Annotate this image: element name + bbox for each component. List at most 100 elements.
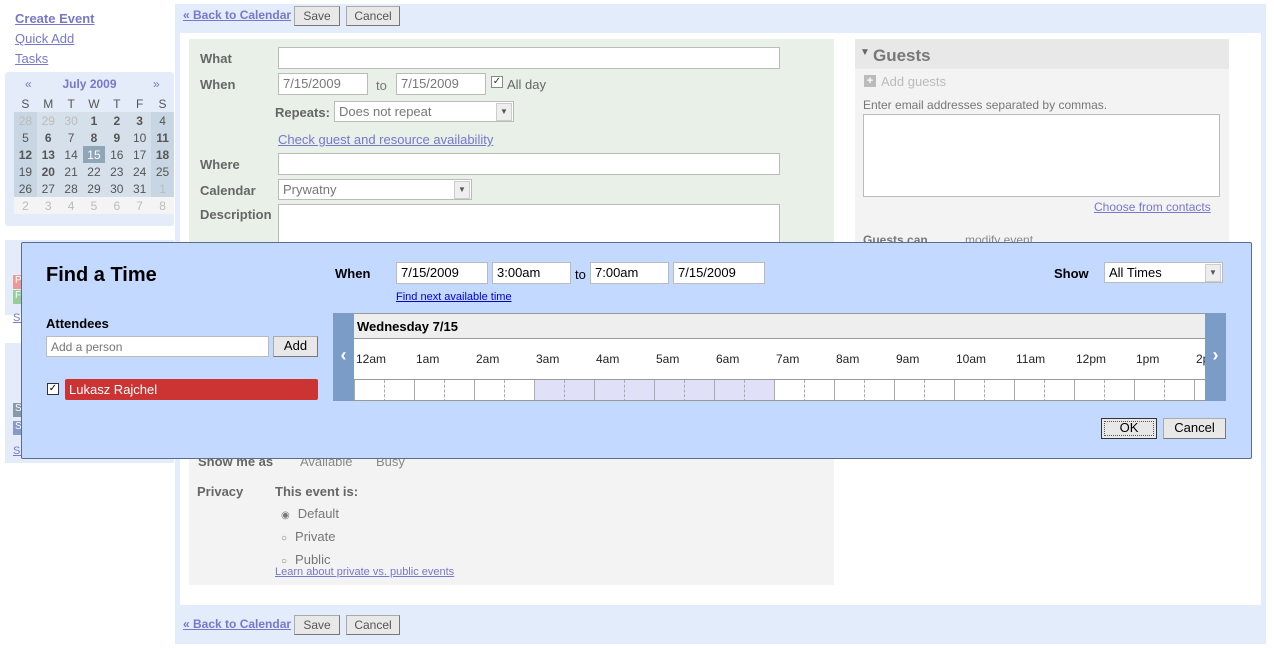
time-slot[interactable]: [1074, 380, 1104, 400]
mini-calendar-day[interactable]: 2: [14, 197, 37, 214]
mini-calendar-day[interactable]: 30: [59, 112, 83, 129]
time-slot[interactable]: [744, 380, 774, 400]
mini-calendar-day[interactable]: 5: [14, 129, 37, 146]
time-slot[interactable]: [1104, 380, 1134, 400]
time-slot[interactable]: [954, 380, 984, 400]
where-input[interactable]: [278, 153, 780, 175]
what-input[interactable]: [278, 47, 780, 69]
time-slot[interactable]: [714, 380, 744, 400]
mini-calendar-day[interactable]: 9: [105, 129, 129, 146]
time-slot[interactable]: [654, 380, 684, 400]
find-next-link[interactable]: Find next available time: [396, 291, 512, 303]
mini-calendar-day[interactable]: 4: [59, 197, 83, 214]
mini-calendar-day[interactable]: 26: [14, 180, 37, 197]
mini-calendar-day[interactable]: 15: [82, 146, 106, 163]
mini-calendar-day[interactable]: 5: [82, 197, 106, 214]
mini-calendar-day[interactable]: 10: [128, 129, 152, 146]
all-day-checkbox[interactable]: ✓: [491, 76, 503, 88]
mini-calendar-day[interactable]: 13: [36, 146, 60, 163]
back-to-calendar-link-bottom[interactable]: « Back to Calendar: [183, 617, 291, 631]
dialog-cancel-button[interactable]: Cancel: [1163, 418, 1226, 439]
privacy-private-radio[interactable]: ○ Private: [281, 526, 339, 549]
mini-calendar-day[interactable]: 3: [36, 197, 60, 214]
mini-calendar-day[interactable]: 7: [128, 197, 152, 214]
guests-header[interactable]: ▼ Guests: [855, 39, 1229, 69]
mini-calendar-day[interactable]: 12: [14, 146, 37, 163]
end-date-input[interactable]: 7/15/2009: [396, 73, 486, 95]
ft-end-date-input[interactable]: 7/15/2009: [673, 262, 765, 284]
timeline-slots[interactable]: [354, 379, 1205, 400]
cancel-button[interactable]: Cancel: [346, 6, 400, 26]
mini-calendar-day[interactable]: 6: [36, 129, 60, 146]
check-availability-link[interactable]: Check guest and resource availability: [278, 132, 493, 147]
attendee-chip[interactable]: Lukasz Rajchel: [65, 379, 318, 400]
time-slot[interactable]: [984, 380, 1014, 400]
mini-calendar-day[interactable]: 8: [151, 197, 174, 214]
time-slot[interactable]: [1044, 380, 1074, 400]
time-slot[interactable]: [684, 380, 714, 400]
mini-calendar-day[interactable]: 22: [82, 163, 106, 180]
add-person-input[interactable]: [46, 336, 269, 357]
time-slot[interactable]: [624, 380, 654, 400]
ok-button[interactable]: OK: [1101, 418, 1157, 439]
ft-start-time-input[interactable]: 3:00am: [492, 262, 571, 284]
cancel-button-bottom[interactable]: Cancel: [346, 615, 400, 635]
chevron-right-icon[interactable]: ›: [1205, 313, 1226, 401]
mini-calendar-day[interactable]: 27: [36, 180, 60, 197]
save-button-bottom[interactable]: Save: [294, 615, 340, 635]
time-slot[interactable]: [564, 380, 594, 400]
mini-calendar-day[interactable]: 4: [151, 112, 174, 129]
time-slot[interactable]: [414, 380, 444, 400]
mini-calendar-day[interactable]: 24: [128, 163, 152, 180]
mini-calendar-day[interactable]: 14: [59, 146, 83, 163]
plus-icon[interactable]: +: [864, 75, 876, 87]
choose-contacts-link[interactable]: Choose from contacts: [1094, 200, 1211, 214]
mini-calendar-day[interactable]: 1: [151, 180, 174, 197]
mini-calendar-day[interactable]: 25: [151, 163, 174, 180]
ft-start-date-input[interactable]: 7/15/2009: [396, 262, 488, 284]
mini-calendar-day[interactable]: 29: [82, 180, 106, 197]
time-slot[interactable]: [474, 380, 504, 400]
mini-calendar-day[interactable]: 28: [59, 180, 83, 197]
time-slot[interactable]: [864, 380, 894, 400]
time-slot[interactable]: [1014, 380, 1044, 400]
time-slot[interactable]: [924, 380, 954, 400]
mini-calendar-day[interactable]: 2: [105, 112, 129, 129]
mini-calendar-day[interactable]: 17: [128, 146, 152, 163]
time-slot[interactable]: [1134, 380, 1164, 400]
repeats-select[interactable]: Does not repeat ▼: [334, 101, 514, 122]
time-slot[interactable]: [774, 380, 804, 400]
time-slot[interactable]: [504, 380, 534, 400]
mini-calendar-day[interactable]: 29: [36, 112, 60, 129]
time-slot[interactable]: [804, 380, 834, 400]
time-slot[interactable]: [834, 380, 864, 400]
guests-textarea[interactable]: [863, 114, 1220, 197]
mini-calendar-day[interactable]: 11: [151, 129, 174, 146]
mini-calendar-day[interactable]: 1: [82, 112, 106, 129]
save-button[interactable]: Save: [294, 6, 340, 26]
mini-calendar-day[interactable]: 30: [105, 180, 129, 197]
back-to-calendar-link[interactable]: « Back to Calendar: [183, 8, 291, 22]
create-event-link[interactable]: Create Event: [15, 11, 94, 26]
mini-calendar-day[interactable]: 16: [105, 146, 129, 163]
privacy-default-radio[interactable]: ◉ Default: [281, 503, 339, 526]
quick-add-link[interactable]: Quick Add: [15, 31, 74, 46]
ft-end-time-input[interactable]: 7:00am: [590, 262, 669, 284]
time-slot[interactable]: [594, 380, 624, 400]
time-slot[interactable]: [1164, 380, 1194, 400]
mini-calendar-day[interactable]: 3: [128, 112, 152, 129]
time-slot[interactable]: [444, 380, 474, 400]
mini-calendar-day[interactable]: 21: [59, 163, 83, 180]
mini-calendar-day[interactable]: 7: [59, 129, 83, 146]
mini-calendar-day[interactable]: 31: [128, 180, 152, 197]
time-slot[interactable]: [534, 380, 564, 400]
time-slot[interactable]: [384, 380, 414, 400]
time-slot[interactable]: [1194, 380, 1205, 400]
attendee-checkbox[interactable]: ✓: [47, 383, 59, 395]
time-slot[interactable]: [354, 380, 384, 400]
start-date-input[interactable]: 7/15/2009: [278, 73, 368, 95]
mini-calendar-day[interactable]: 6: [105, 197, 129, 214]
show-select[interactable]: All Times ▼: [1104, 262, 1223, 283]
chevron-left-icon[interactable]: ‹: [333, 313, 354, 401]
mini-calendar-day[interactable]: 28: [14, 112, 37, 129]
